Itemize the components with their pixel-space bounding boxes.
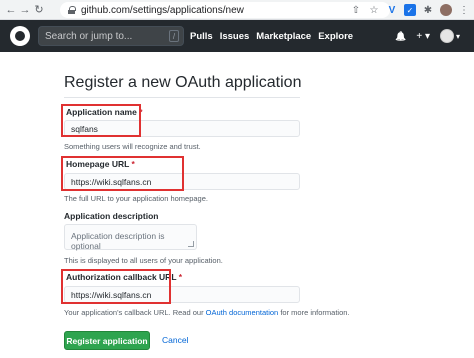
avatar — [439, 29, 454, 43]
register-application-button[interactable]: Register application — [64, 331, 150, 350]
highlight-box-app-name — [61, 104, 141, 137]
extension-v-icon[interactable]: V — [386, 4, 398, 16]
app-name-note: Something users will recognize and trust… — [64, 142, 201, 151]
user-menu[interactable]: ▾ — [439, 29, 460, 43]
forward-icon[interactable]: → — [18, 0, 32, 20]
page-title: Register a new OAuth application — [64, 74, 302, 91]
highlight-box-callback — [61, 269, 171, 304]
chevron-down-icon: ▾ — [455, 31, 460, 41]
callback-note-before: Your application's callback URL. Read ou… — [64, 308, 204, 317]
homepage-note: The full URL to your application homepag… — [64, 194, 208, 203]
required-marker: * — [178, 272, 183, 282]
back-icon[interactable]: ← — [4, 0, 18, 20]
highlight-box-homepage — [61, 156, 184, 191]
github-logo-icon[interactable] — [10, 26, 30, 46]
search-input[interactable]: Search or jump to... / — [38, 26, 184, 46]
nav-explore[interactable]: Explore — [318, 31, 353, 42]
description-textarea[interactable]: Application description is optional — [64, 224, 197, 251]
address-bar[interactable]: github.com/settings/applications/new — [60, 2, 390, 18]
description-note: This is displayed to all users of your a… — [64, 256, 223, 265]
profile-avatar-icon[interactable] — [440, 4, 452, 16]
title-divider — [64, 97, 300, 98]
extension-icons: ⇧ ☆ V ✓ ✱ ⋮ — [350, 2, 470, 18]
extension-blue-icon[interactable]: ✓ — [404, 4, 416, 16]
bell-icon[interactable]: 🔔 — [395, 31, 406, 42]
nav-marketplace[interactable]: Marketplace — [256, 31, 311, 42]
create-new-icon[interactable]: + ▾ — [416, 31, 430, 42]
description-placeholder: Application description is optional — [71, 231, 165, 251]
reload-icon[interactable]: ↻ — [32, 0, 46, 20]
header-nav: Pulls Issues Marketplace Explore — [190, 20, 353, 52]
description-label: Application description — [64, 211, 159, 221]
search-shortcut-badge: / — [169, 30, 179, 42]
cancel-link[interactable]: Cancel — [162, 335, 188, 345]
address-url: github.com/settings/applications/new — [81, 4, 244, 16]
browser-menu-icon[interactable]: ⋮ — [458, 4, 470, 16]
callback-note-after: for more information. — [280, 308, 350, 317]
bookmark-star-icon[interactable]: ☆ — [368, 4, 380, 16]
share-icon[interactable]: ⇧ — [350, 4, 362, 16]
header-actions: 🔔 + ▾ ▾ — [395, 28, 460, 44]
lock-icon — [68, 6, 76, 14]
nav-pulls[interactable]: Pulls — [190, 31, 213, 42]
nav-issues[interactable]: Issues — [220, 31, 250, 42]
github-header: Search or jump to... / Pulls Issues Mark… — [0, 20, 474, 52]
oauth-documentation-link[interactable]: OAuth documentation — [206, 308, 279, 317]
resize-handle-icon[interactable] — [188, 241, 194, 247]
browser-toolbar: ← → ↻ github.com/settings/applications/n… — [0, 0, 474, 20]
search-placeholder: Search or jump to... — [45, 30, 133, 42]
callback-note: Your application's callback URL. Read ou… — [64, 308, 350, 317]
extensions-puzzle-icon[interactable]: ✱ — [422, 4, 434, 16]
